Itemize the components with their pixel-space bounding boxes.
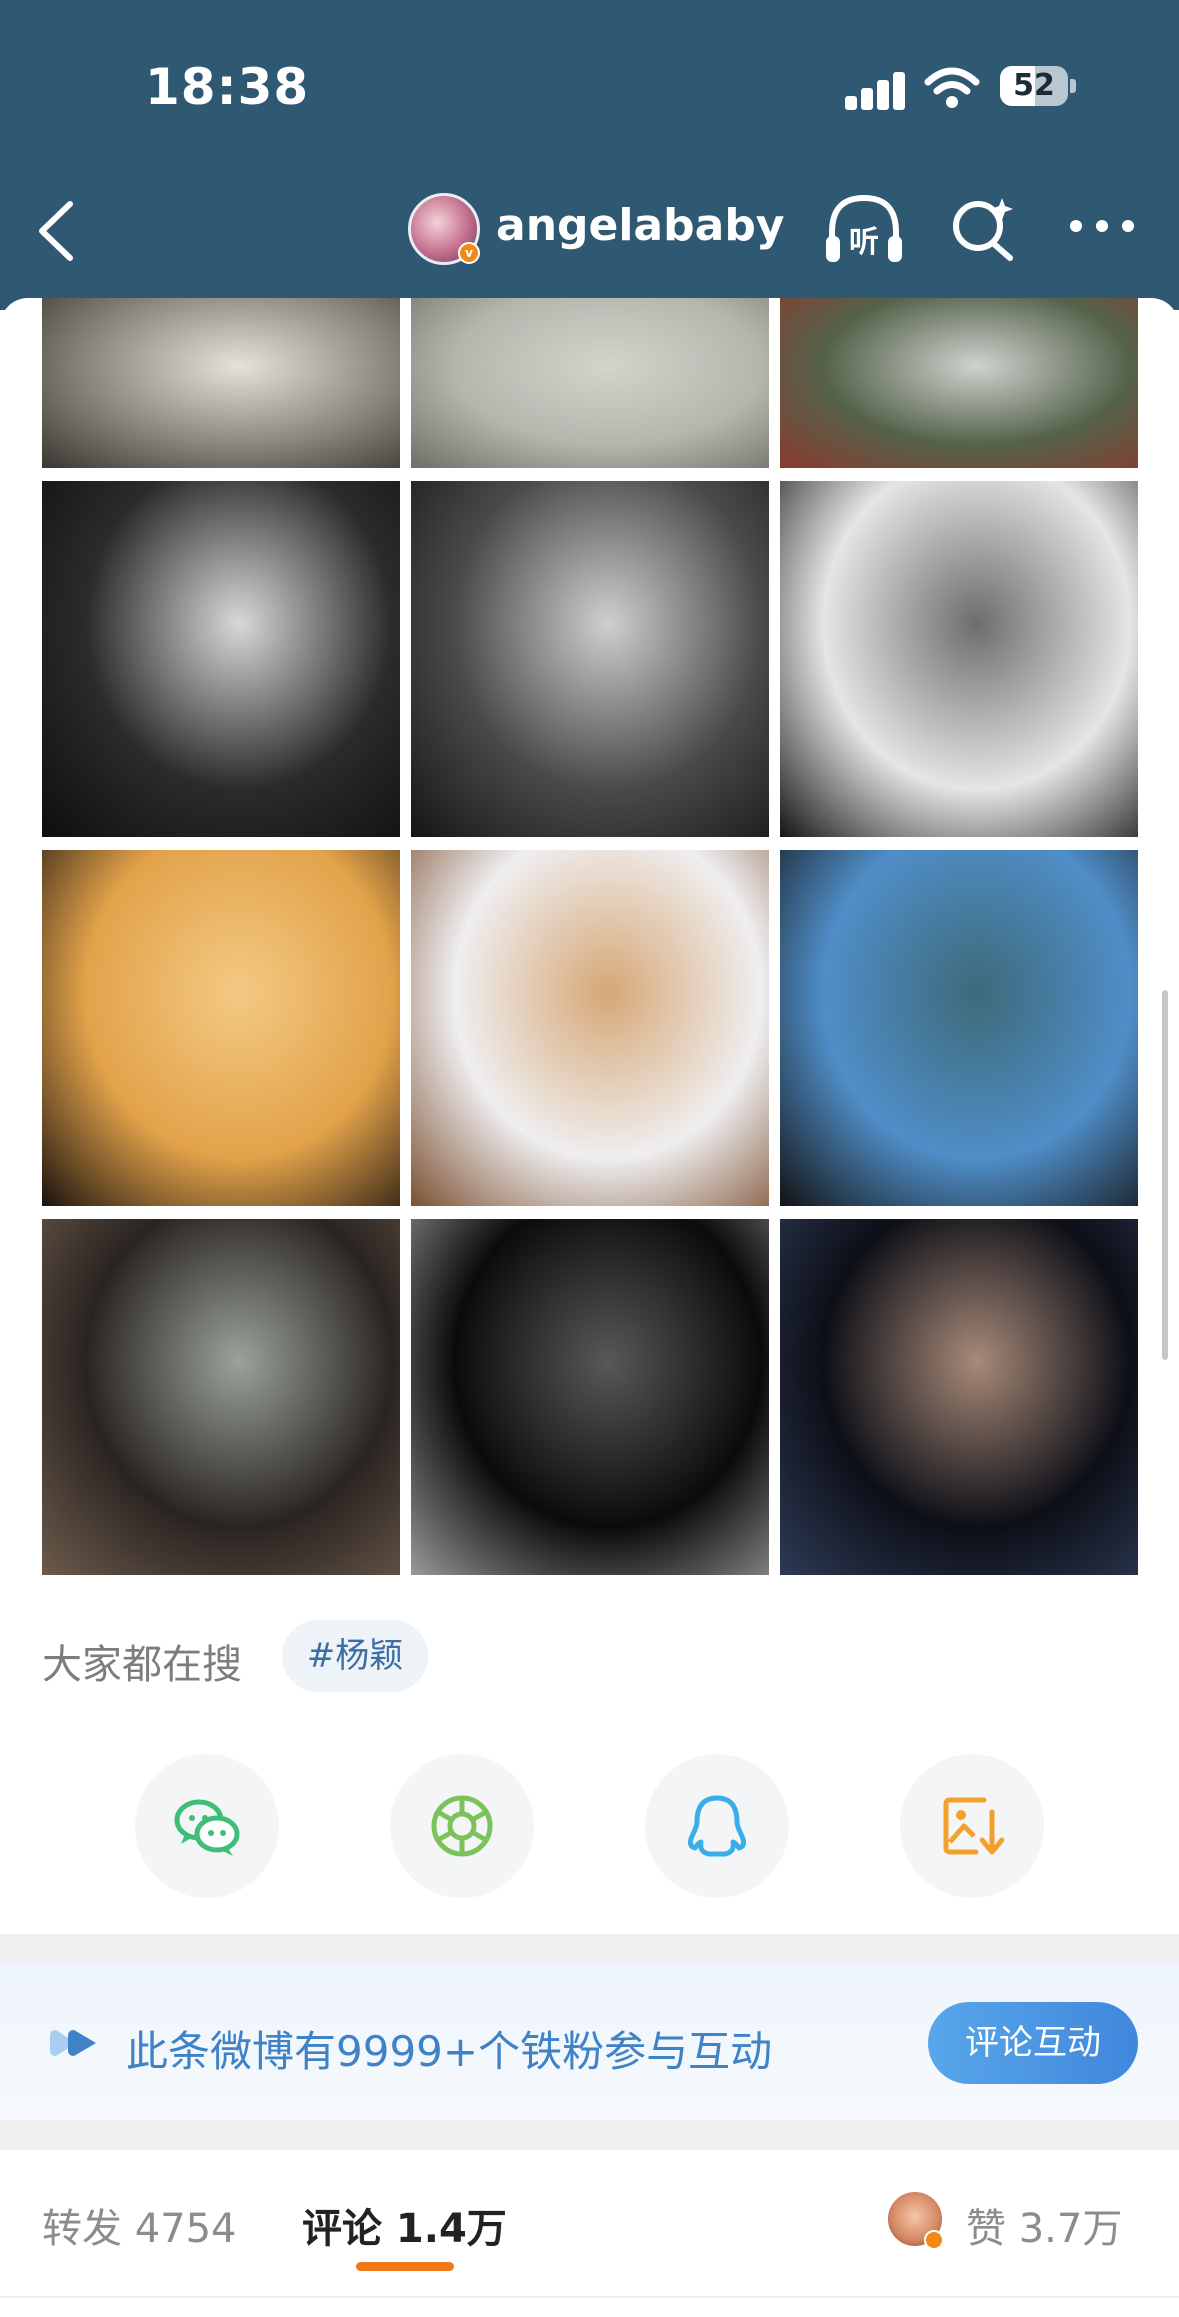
- battery-indicator: 52: [1000, 66, 1076, 108]
- photo-stage-spotlight[interactable]: [411, 1219, 769, 1575]
- verified-badge-icon: v: [458, 242, 480, 264]
- scrollbar[interactable]: [1162, 990, 1168, 1360]
- listen-label: 听: [849, 225, 879, 260]
- active-tab-indicator: [356, 2262, 454, 2271]
- search-icon[interactable]: [948, 194, 1018, 264]
- save-image-button[interactable]: [900, 1754, 1044, 1898]
- back-icon[interactable]: [30, 196, 80, 266]
- tab-repost[interactable]: 转发 4754: [42, 2196, 237, 2254]
- listen-icon[interactable]: 听: [822, 190, 906, 268]
- username[interactable]: angelababy: [496, 200, 785, 251]
- tab-comments[interactable]: 评论 1.4万: [302, 2196, 507, 2254]
- section-divider: [0, 1934, 1179, 1964]
- tab-likes[interactable]: 赞 3.7万: [966, 2196, 1122, 2254]
- wechat-share-button[interactable]: [135, 1754, 279, 1898]
- signal-icon: [845, 72, 905, 110]
- photo-park-walk[interactable]: [411, 298, 769, 468]
- trending-search-label: 大家都在搜: [42, 1642, 242, 1688]
- photo-closeup-portrait[interactable]: [411, 850, 769, 1206]
- moments-icon: [431, 1795, 493, 1857]
- fans-interaction-icon: [50, 2030, 96, 2056]
- status-time: 18:38: [145, 58, 310, 116]
- battery-level: 52: [1013, 68, 1055, 103]
- section-divider: [0, 2120, 1179, 2150]
- photo-cafe-table[interactable]: [42, 298, 400, 468]
- photo-bw-graffiti-wall[interactable]: [780, 481, 1138, 837]
- photo-closeup-eyes[interactable]: [780, 1219, 1138, 1575]
- comment-interact-button[interactable]: 评论互动: [928, 2002, 1138, 2084]
- photo-bw-portrait-ruffle[interactable]: [42, 481, 400, 837]
- fans-interaction-text: 此条微博有9999+个铁粉参与互动: [126, 2027, 773, 2076]
- divider: [0, 2296, 1179, 2298]
- save-image-icon: [943, 1797, 1005, 1855]
- more-options-icon[interactable]: [1068, 214, 1136, 238]
- verified-badge-icon: [924, 2230, 944, 2250]
- photo-river-fan[interactable]: [780, 850, 1138, 1206]
- photo-stairs-event[interactable]: [42, 1219, 400, 1575]
- wifi-icon: [924, 67, 980, 108]
- trending-search-tag[interactable]: #杨颖: [282, 1620, 428, 1692]
- qq-icon: [687, 1795, 747, 1857]
- qq-share-button[interactable]: [645, 1754, 789, 1898]
- photo-restaurant-bottles[interactable]: [780, 298, 1138, 468]
- wechat-icon: [174, 1799, 240, 1856]
- photo-bw-bookstall[interactable]: [411, 481, 769, 837]
- moments-share-button[interactable]: [390, 1754, 534, 1898]
- photo-black-gown-amber[interactable]: [42, 850, 400, 1206]
